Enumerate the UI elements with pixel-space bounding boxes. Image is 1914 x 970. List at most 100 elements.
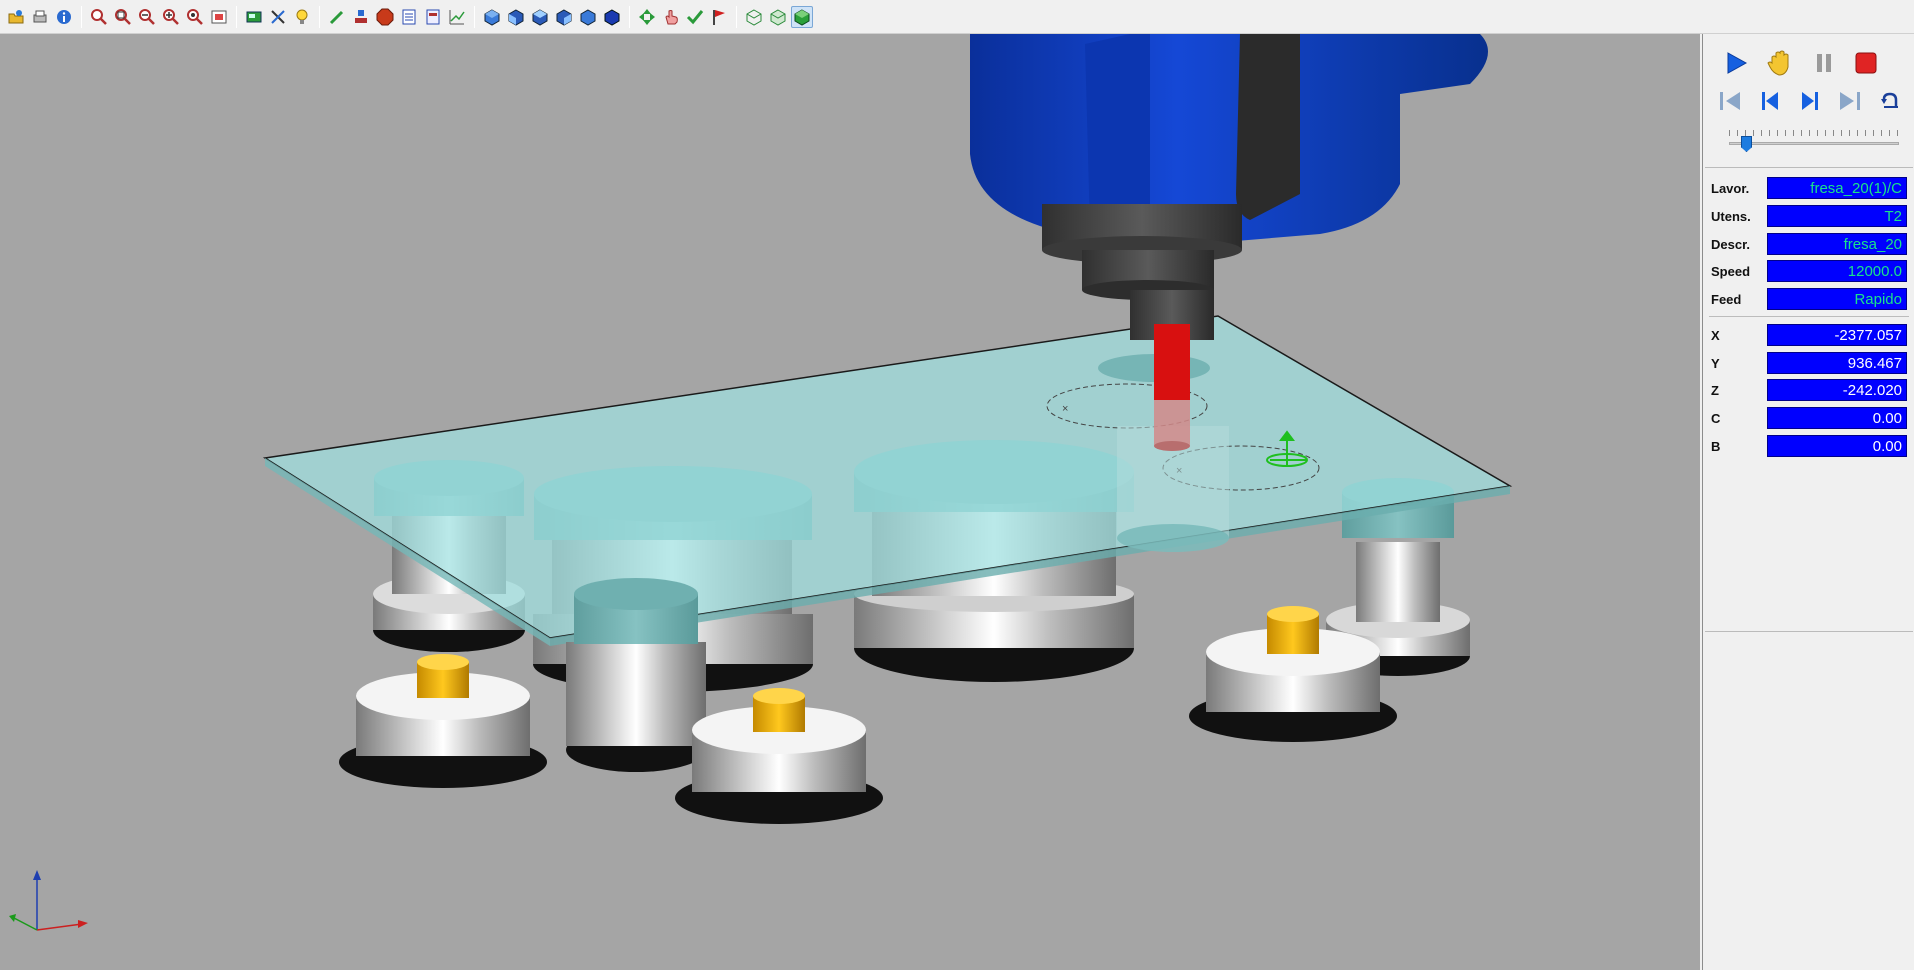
y-label: Y — [1711, 355, 1720, 371]
x-label: X — [1711, 327, 1720, 343]
toolbar-separator — [236, 5, 237, 28]
machine-button[interactable] — [350, 6, 372, 28]
toolbar-separator — [629, 5, 630, 28]
light-bulb-button[interactable] — [291, 6, 313, 28]
info-button[interactable] — [53, 6, 75, 28]
view-top-icon — [532, 8, 548, 26]
info-table: Lavor. fresa_20(1)/C Utens. T2 Descr. fr… — [1705, 167, 1913, 632]
speed-value: 12000.0 — [1767, 260, 1907, 282]
zoom-fit-button[interactable] — [184, 6, 206, 28]
frame-button[interactable] — [208, 6, 230, 28]
speed-row: Speed 12000.0 — [1711, 259, 1907, 283]
step-back-button[interactable] — [1755, 86, 1785, 116]
report-icon — [402, 9, 416, 24]
last-icon — [1840, 92, 1860, 110]
toolbar-separator — [474, 5, 475, 28]
z-label: Z — [1711, 382, 1719, 398]
nc-file-icon — [426, 9, 440, 24]
edit-path-icon — [329, 9, 344, 24]
graph-icon — [449, 9, 465, 24]
info-icon — [57, 9, 71, 24]
stop-icon — [1855, 52, 1877, 74]
descr-value: fresa_20 — [1767, 233, 1907, 255]
graph-button[interactable] — [446, 6, 468, 28]
open-button[interactable] — [5, 6, 27, 28]
3d-viewport[interactable]: × × — [0, 34, 1700, 970]
feed-label: Feed — [1711, 291, 1742, 307]
c-row: C 0.00 — [1711, 406, 1907, 430]
nc-file-button[interactable] — [422, 6, 444, 28]
view-back-button[interactable] — [577, 6, 599, 28]
hand-pointer-button[interactable] — [660, 6, 682, 28]
play-button[interactable] — [1721, 48, 1751, 78]
move-icon — [639, 8, 655, 25]
c-value: 0.00 — [1767, 407, 1907, 429]
playback-controls — [1705, 38, 1913, 158]
print-button[interactable] — [29, 6, 51, 28]
view-top-button[interactable] — [529, 6, 551, 28]
zoom-in-icon — [163, 8, 179, 25]
view-front-button[interactable] — [505, 6, 527, 28]
speed-slider-ticks — [1729, 130, 1899, 136]
view-solid-button[interactable] — [601, 6, 623, 28]
toolbar-separator — [736, 5, 737, 28]
last-button[interactable] — [1835, 86, 1865, 116]
step-forward-icon — [1802, 92, 1818, 110]
report-button[interactable] — [398, 6, 420, 28]
wireframe-button[interactable] — [743, 6, 765, 28]
machine-icon — [355, 9, 367, 23]
x-row: X -2377.057 — [1711, 323, 1907, 347]
svg-text:×: × — [1062, 403, 1068, 415]
pause-button[interactable] — [1809, 48, 1839, 78]
check-button[interactable] — [684, 6, 706, 28]
tools-icon — [271, 9, 285, 24]
b-row: B 0.00 — [1711, 434, 1907, 458]
z-value: -242.020 — [1767, 379, 1907, 401]
screenshot-button[interactable] — [243, 6, 265, 28]
zoom-out-button[interactable] — [136, 6, 158, 28]
light-bulb-icon — [296, 9, 308, 24]
zoom-window-button[interactable] — [112, 6, 134, 28]
view-back-icon — [580, 8, 596, 26]
screenshot-icon — [246, 11, 262, 22]
pause-icon — [1817, 54, 1831, 72]
transparent-button[interactable] — [767, 6, 789, 28]
shaded-button[interactable] — [791, 5, 813, 28]
lavor-label: Lavor. — [1711, 180, 1750, 196]
lavor-row: Lavor. fresa_20(1)/C — [1711, 176, 1907, 200]
view-iso-button[interactable] — [481, 6, 503, 28]
move-button[interactable] — [636, 6, 658, 28]
speed-slider[interactable] — [1729, 142, 1899, 145]
suction-cup — [675, 688, 883, 824]
b-label: B — [1711, 438, 1721, 454]
view-solid-icon — [604, 8, 620, 26]
utens-label: Utens. — [1711, 208, 1751, 224]
edit-path-button[interactable] — [326, 6, 348, 28]
zoom-icon — [91, 8, 107, 25]
axis-triad — [9, 870, 88, 931]
step-forward-button[interactable] — [1795, 86, 1825, 116]
step-back-icon — [1762, 92, 1778, 110]
view-side-icon — [556, 8, 572, 26]
reset-icon — [1881, 92, 1898, 108]
feed-row: Feed Rapido — [1711, 287, 1907, 311]
descr-label: Descr. — [1711, 236, 1751, 252]
reset-button[interactable] — [1875, 86, 1905, 116]
zoom-button[interactable] — [88, 6, 110, 28]
tools-button[interactable] — [267, 6, 289, 28]
first-button[interactable] — [1715, 86, 1745, 116]
speed-slider-thumb[interactable] — [1741, 136, 1752, 152]
stop-sign-button[interactable] — [374, 6, 396, 28]
view-side-button[interactable] — [553, 6, 575, 28]
zoom-in-button[interactable] — [160, 6, 182, 28]
flag-icon — [713, 9, 725, 25]
info-divider — [1709, 316, 1909, 317]
first-icon — [1720, 92, 1740, 110]
hand-button[interactable] — [1765, 48, 1795, 78]
transparent-icon — [770, 8, 786, 26]
hand-icon — [1767, 50, 1789, 76]
play-icon — [1727, 52, 1748, 74]
stop-button[interactable] — [1851, 48, 1881, 78]
flag-button[interactable] — [708, 6, 730, 28]
simulation-panel: Lavor. fresa_20(1)/C Utens. T2 Descr. fr… — [1702, 34, 1914, 970]
